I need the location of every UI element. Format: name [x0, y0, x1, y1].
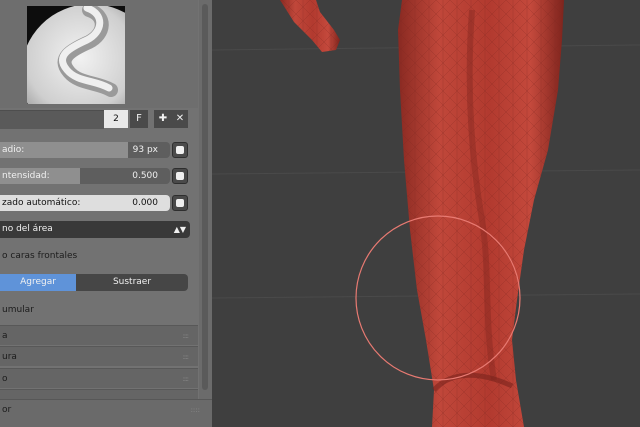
drag-grip-icon[interactable]: ::::: [191, 407, 200, 414]
strength-value: 0.500: [132, 171, 158, 181]
sculpt-plane-dropdown[interactable]: no del área ▲▼: [0, 221, 190, 238]
drag-grip-icon[interactable]: ::::: [183, 333, 190, 340]
subpanel-label: o: [2, 374, 8, 384]
pen-pressure-icon: [176, 146, 184, 154]
radius-label: adio:: [2, 145, 25, 155]
strength-slider[interactable]: ntensidad: 0.500: [0, 168, 170, 184]
panel-footer-header[interactable]: or ::::: [0, 399, 212, 427]
tool-panel: 2 F ✚ ✕ adio: 93 px ntensidad: 0.500 zad…: [0, 0, 212, 427]
subpanel-header[interactable]: ura ::::: [0, 346, 198, 366]
front-faces-only-option[interactable]: o caras frontales: [2, 251, 77, 261]
strength-pressure-toggle[interactable]: [172, 168, 188, 184]
subpanel-label: a: [2, 331, 8, 341]
sculpt-plane-label: no del área: [2, 224, 53, 234]
brush-settings: 2 F ✚ ✕ adio: 93 px ntensidad: 0.500 zad…: [0, 0, 198, 400]
brush-users-count[interactable]: 2: [104, 110, 128, 128]
drag-grip-icon[interactable]: ::::: [183, 354, 190, 361]
add-direction-button[interactable]: Agregar: [0, 274, 76, 291]
radius-slider[interactable]: adio: 93 px: [0, 142, 170, 158]
autosmooth-pressure-toggle[interactable]: [172, 195, 188, 211]
radius-pressure-toggle[interactable]: [172, 142, 188, 158]
footer-label: or: [2, 405, 12, 415]
unlink-brush-button[interactable]: ✕: [172, 110, 188, 128]
viewport-canvas: [212, 0, 640, 427]
fake-user-button[interactable]: F: [130, 110, 148, 128]
brush-name-field[interactable]: [0, 110, 104, 129]
brush-datablock-row: 2 F ✚ ✕: [0, 110, 198, 129]
autosmooth-label: zado automático:: [2, 198, 81, 208]
plus-icon: ✚: [158, 113, 168, 124]
radius-value: 93 px: [132, 145, 158, 155]
model-hand: [280, 0, 340, 52]
scrollbar-thumb[interactable]: [202, 4, 208, 390]
subtract-direction-button[interactable]: Sustraer: [76, 274, 188, 291]
strength-label: ntensidad:: [2, 171, 50, 181]
brush-sphere-image: [27, 6, 125, 104]
subpanel-header[interactable]: o ::::: [0, 368, 198, 388]
3d-viewport[interactable]: [212, 0, 640, 427]
subpanel-header[interactable]: a ::::: [0, 325, 198, 345]
subpanel-label: ura: [2, 352, 17, 362]
brush-preview-thumbnail[interactable]: [27, 6, 125, 104]
autosmooth-value: 0.000: [132, 198, 158, 208]
updown-arrow-icon: ▲▼: [173, 225, 186, 234]
panel-scrollbar[interactable]: [199, 0, 212, 400]
drag-grip-icon[interactable]: ::::: [183, 376, 190, 383]
autosmooth-slider[interactable]: zado automático: 0.000: [0, 195, 170, 211]
pen-pressure-icon: [176, 172, 184, 180]
x-icon: ✕: [175, 113, 185, 124]
model-leg: [398, 0, 564, 427]
new-brush-button[interactable]: ✚: [154, 110, 172, 128]
pen-pressure-icon: [176, 199, 184, 207]
accumulate-option[interactable]: umular: [2, 305, 34, 315]
